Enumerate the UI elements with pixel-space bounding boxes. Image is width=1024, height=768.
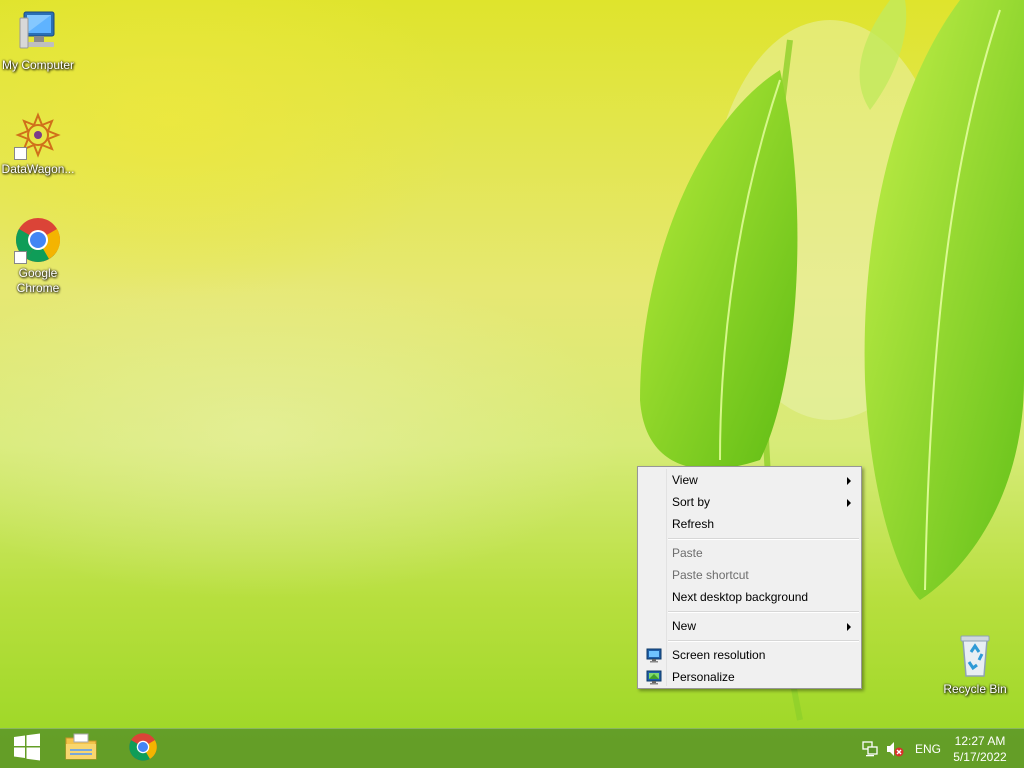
recycle-bin-icon xyxy=(951,632,999,680)
menu-item-label: New xyxy=(672,619,697,633)
personalize-icon xyxy=(646,669,662,685)
menu-item-label: Refresh xyxy=(672,517,715,531)
desktop-icon-label: My Computer xyxy=(1,58,75,72)
desktop-icon-google-chrome[interactable]: Google Chrome xyxy=(0,216,76,296)
wallpaper-leaves xyxy=(640,0,1024,721)
desktop-context-menu: View Sort by Refresh Paste Paste shortcu… xyxy=(637,466,862,689)
desktop-icon-label: DataWagon... xyxy=(1,162,75,176)
menu-item-label: Screen resolution xyxy=(672,648,766,662)
menu-item-personalize[interactable]: Personalize xyxy=(640,666,859,688)
windows-logo-icon xyxy=(13,733,41,765)
network-icon[interactable] xyxy=(862,741,878,761)
desktop-icon-my-computer[interactable]: My Computer xyxy=(0,8,76,73)
submenu-arrow-icon xyxy=(847,499,851,507)
menu-separator xyxy=(668,640,859,642)
menu-item-label: Next desktop background xyxy=(672,590,809,604)
submenu-arrow-icon xyxy=(847,477,851,485)
language-indicator[interactable]: ENG xyxy=(915,742,941,756)
menu-item-label: Paste shortcut xyxy=(672,568,749,582)
desktop-icon-datawagon[interactable]: DataWagon... xyxy=(0,112,76,177)
desktop[interactable]: My Computer DataWagon... Google Chrome R… xyxy=(0,0,1024,768)
clock[interactable]: 12:27 AM 5/17/2022 xyxy=(944,733,1016,765)
menu-item-paste: Paste xyxy=(640,542,859,564)
screen-resolution-icon xyxy=(646,647,662,663)
menu-item-sort-by[interactable]: Sort by xyxy=(640,491,859,513)
taskbar-file-explorer-button[interactable] xyxy=(54,729,108,768)
taskbar-chrome-button[interactable] xyxy=(116,729,170,768)
desktop-icon-label: Google Chrome xyxy=(0,266,76,296)
menu-item-paste-shortcut: Paste shortcut xyxy=(640,564,859,586)
menu-item-label: View xyxy=(672,473,698,487)
menu-item-label: Personalize xyxy=(672,670,735,684)
menu-item-screen-resolution[interactable]: Screen resolution xyxy=(640,644,859,666)
chrome-icon xyxy=(14,216,62,264)
desktop-icon-recycle-bin[interactable]: Recycle Bin xyxy=(937,632,1013,697)
menu-item-label: Paste xyxy=(672,546,703,560)
clock-date: 5/17/2022 xyxy=(953,750,1007,764)
chrome-icon xyxy=(128,732,158,766)
menu-item-next-desktop-background[interactable]: Next desktop background xyxy=(640,586,859,608)
desktop-icon-label: Recycle Bin xyxy=(943,682,1007,696)
volume-muted-icon[interactable] xyxy=(886,741,904,761)
menu-separator xyxy=(668,538,859,540)
menu-item-new[interactable]: New xyxy=(640,615,859,637)
file-explorer-icon xyxy=(64,732,98,766)
menu-separator xyxy=(668,611,859,613)
menu-item-label: Sort by xyxy=(672,495,711,509)
shortcut-arrow-icon xyxy=(14,147,27,160)
start-button[interactable] xyxy=(0,729,54,768)
menu-item-view[interactable]: View xyxy=(640,469,859,491)
datawagon-icon xyxy=(14,112,62,160)
label-line: Google xyxy=(18,266,58,280)
shortcut-arrow-icon xyxy=(14,251,27,264)
computer-icon xyxy=(14,8,62,56)
label-line: Chrome xyxy=(16,281,60,295)
taskbar: ENG 12:27 AM 5/17/2022 xyxy=(0,728,1024,768)
submenu-arrow-icon xyxy=(847,623,851,631)
menu-item-refresh[interactable]: Refresh xyxy=(640,513,859,535)
clock-time: 12:27 AM xyxy=(954,734,1006,748)
